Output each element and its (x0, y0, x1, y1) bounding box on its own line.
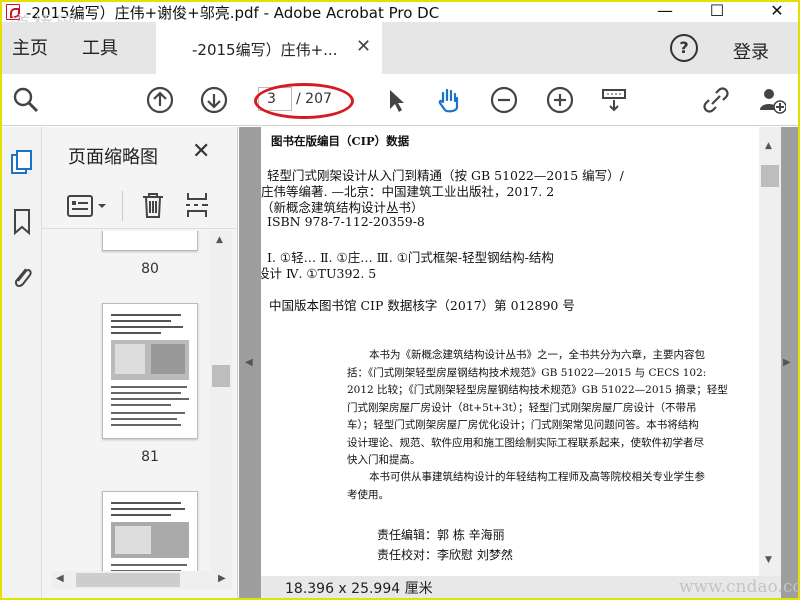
cip-heading: 图书在版编目（CIP）数据 (271, 134, 410, 148)
doc-scroll-thumb[interactable] (761, 165, 779, 187)
close-panel-button[interactable]: ✕ (192, 139, 210, 164)
share-link-icon[interactable] (702, 86, 730, 114)
document-viewer[interactable]: ◀ 图书在版编目（CIP）数据 轻型门式刚架设计从入门到精通（按 GB 5102… (239, 127, 800, 598)
left-nav-rail (2, 127, 42, 598)
thumbnail-label: 81 (141, 449, 159, 465)
thumbnail-page[interactable] (102, 303, 198, 439)
site-watermark-bottom: www.cndao.com (679, 577, 800, 597)
search-zoom-icon[interactable] (12, 86, 40, 114)
scroll-up-arrow-icon[interactable]: ▲ (216, 235, 223, 245)
scroll-mode-icon[interactable] (600, 86, 628, 114)
summary-paragraph: 本书为《新概念建筑结构设计丛书》之一，全书共分为六章，主要内容包 括：《门式刚架… (347, 349, 728, 466)
collapse-panel-arrow-icon[interactable]: ◀ (245, 357, 253, 368)
delete-page-icon[interactable] (140, 191, 166, 219)
thumbnails-panel: 页面缩略图 ✕ 80 81 ▲ ◀ ▶ (42, 127, 238, 598)
doc-scroll-up-arrow-icon[interactable]: ▲ (765, 141, 772, 151)
h-scroll-thumb[interactable] (76, 573, 180, 587)
attachment-icon[interactable] (10, 263, 34, 291)
close-window-button[interactable]: ✕ (762, 0, 792, 22)
doc-scroll-down-arrow-icon[interactable]: ▼ (765, 555, 772, 565)
window-title: -2015编写）庄伟+谢俊+邬亮.pdf - Adobe Acrobat Pro… (26, 4, 440, 22)
thumbnail-list: 80 81 (42, 231, 238, 571)
cip-line: ISBN 978-7-112-20359-8 (267, 214, 425, 229)
zoom-in-icon[interactable] (546, 86, 574, 114)
thumbnail-label: 80 (141, 261, 159, 277)
panel-toolbar (42, 185, 238, 229)
thumbnail-page[interactable] (102, 491, 198, 571)
zoom-out-icon[interactable] (490, 86, 518, 114)
hand-tool-icon[interactable] (435, 86, 463, 114)
prev-page-icon[interactable] (146, 86, 174, 114)
cip-number: 中国版本图书馆 CIP 数据核字（2017）第 012890 号 (269, 298, 575, 313)
scroll-left-arrow-icon[interactable]: ◀ (56, 573, 64, 584)
title-bar: -2015编写）庄伟+谢俊+邬亮.pdf - Adobe Acrobat Pro… (2, 0, 798, 36)
status-bar: 18.396 x 25.994 厘米 www.cndao.com (261, 576, 800, 598)
next-page-icon[interactable] (200, 86, 228, 114)
toolbar: 3 / 207 (2, 74, 798, 126)
document-tab-label: -2015编写）庄伟+... (192, 41, 338, 59)
thumbnail-scroll-thumb[interactable] (212, 365, 230, 387)
tab-home[interactable]: 主页 (12, 34, 48, 60)
select-arrow-icon[interactable] (382, 86, 410, 114)
add-user-icon[interactable] (758, 86, 786, 114)
proofreader-line: 责任校对：李欣慰 刘梦然 (377, 548, 513, 562)
close-tab-button[interactable]: ✕ (356, 36, 371, 57)
tab-bar: 主页 工具 -2015编写）庄伟+... ✕ ? 登录 (2, 22, 798, 74)
audience-paragraph: 本书可供从事建筑结构设计的年轻结构工程师及高等院校相关专业学生参 考使用。 (347, 471, 705, 501)
highlight-ellipse (254, 83, 354, 119)
minimize-button[interactable]: — (650, 0, 680, 22)
panel-title: 页面缩略图 (68, 147, 158, 168)
tab-document[interactable]: -2015编写）庄伟+... ✕ (156, 22, 382, 74)
thumbnail-h-scrollbar[interactable]: ◀ ▶ (52, 571, 232, 589)
page-size-readout: 18.396 x 25.994 厘米 (285, 581, 433, 597)
thumbnail-options-icon[interactable] (66, 193, 110, 219)
thumbnail-page[interactable] (102, 231, 198, 251)
maximize-button[interactable]: ☐ (702, 0, 732, 22)
extract-page-icon[interactable] (184, 191, 210, 219)
document-scrollbar[interactable]: ▲ ▼ (759, 127, 781, 576)
expand-right-panel-arrow-icon[interactable]: ▶ (783, 357, 791, 368)
toolbar-divider (122, 191, 123, 221)
cip-line: 设计 Ⅳ. ①TU392. 5 (261, 266, 377, 281)
scroll-right-arrow-icon[interactable]: ▶ (218, 573, 226, 584)
help-button[interactable]: ? (670, 34, 698, 62)
thumbnail-scrollbar[interactable]: ▲ (210, 231, 232, 571)
pdf-page: 图书在版编目（CIP）数据 轻型门式刚架设计从入门到精通（按 GB 51022—… (261, 127, 759, 576)
login-button[interactable]: 登录 (733, 38, 769, 64)
page-thumbnails-icon[interactable] (10, 149, 34, 177)
editor-line: 责任编辑：郭 栋 辛海丽 (377, 528, 505, 542)
tab-tools[interactable]: 工具 (82, 34, 118, 60)
bookmark-icon[interactable] (10, 207, 34, 235)
